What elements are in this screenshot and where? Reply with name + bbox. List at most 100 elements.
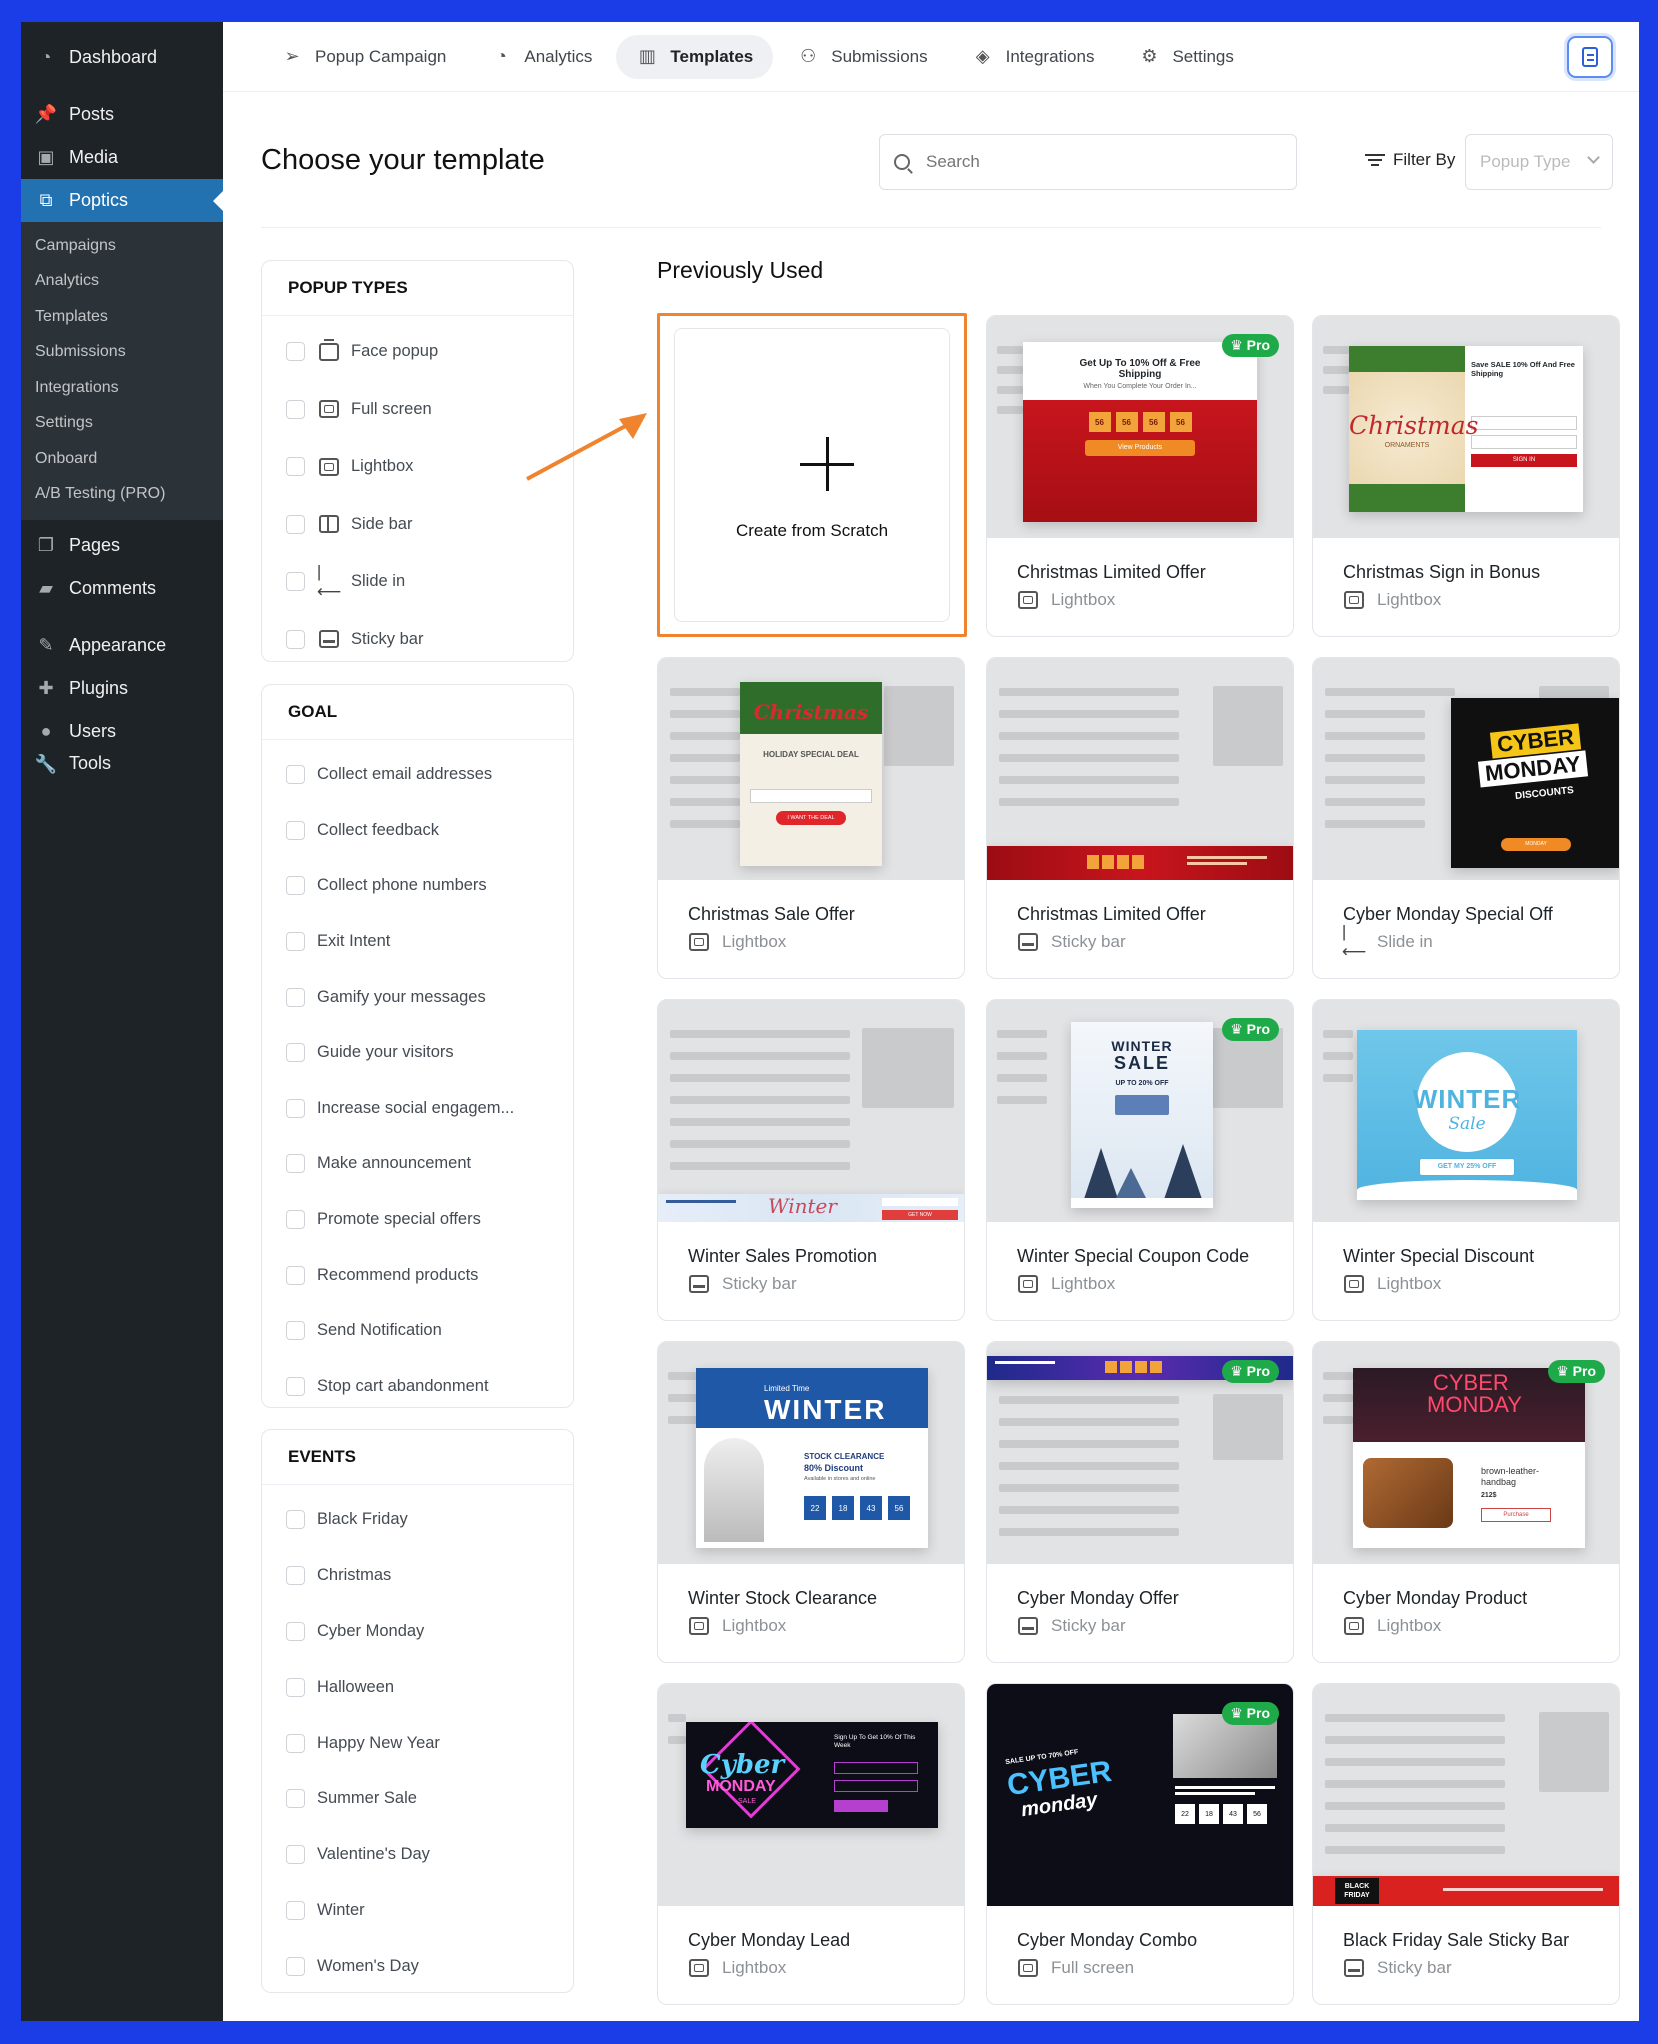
filter-option-goal[interactable]: Gamify your messages xyxy=(262,969,573,1025)
checkbox[interactable] xyxy=(286,765,305,785)
template-card[interactable]: WINTER Sale GET MY 25% OFF Winter Specia… xyxy=(1312,999,1620,1321)
template-card[interactable]: Christmas HOLIDAY SPECIAL DEAL I WANT TH… xyxy=(657,657,965,979)
checkbox[interactable] xyxy=(286,1098,305,1118)
template-card[interactable]: Winter GET NOW Winter Sales Promotion St… xyxy=(657,999,965,1321)
template-type-label: Full screen xyxy=(1051,1958,1135,1977)
filter-option-event[interactable]: Happy New Year xyxy=(262,1715,573,1771)
filter-option-event[interactable]: Valentine's Day xyxy=(262,1827,573,1883)
documentation-button[interactable] xyxy=(1567,36,1613,78)
checkbox[interactable] xyxy=(286,1956,305,1976)
template-card[interactable]: CYBER MONDAY brown-leather-handbag 212$ … xyxy=(1312,1341,1620,1663)
filter-option-goal[interactable]: Collect phone numbers xyxy=(262,858,573,914)
filter-option-event[interactable]: Women's Day xyxy=(262,1938,573,1994)
submenu-onboard[interactable]: Onboard xyxy=(21,441,223,477)
menu-plugins[interactable]: ✚ Plugins xyxy=(21,667,223,710)
menu-users[interactable]: ● Users xyxy=(21,710,223,753)
filter-option-event[interactable]: Halloween xyxy=(262,1659,573,1715)
checkbox[interactable] xyxy=(286,1321,305,1341)
checkbox[interactable] xyxy=(286,1376,305,1396)
checkbox[interactable] xyxy=(286,342,305,362)
filter-option-goal[interactable]: Stop cart abandonment xyxy=(262,1359,573,1415)
full-screen-icon xyxy=(1017,1958,1039,1978)
checkbox[interactable] xyxy=(286,987,305,1007)
checkbox[interactable] xyxy=(286,1154,305,1174)
menu-appearance[interactable]: ✎ Appearance xyxy=(21,624,223,667)
filter-option-goal[interactable]: Increase social engagem... xyxy=(262,1081,573,1137)
menu-poptics[interactable]: ⧉ Poptics xyxy=(21,179,223,222)
filter-option-event[interactable]: Black Friday xyxy=(262,1492,573,1548)
template-card[interactable]: WINTER SALE UP TO 20% OFF ♛ Pro Winter S… xyxy=(986,999,1294,1321)
submenu-ab-testing[interactable]: A/B Testing (PRO) xyxy=(21,477,223,513)
submenu-submissions[interactable]: Submissions xyxy=(21,335,223,371)
filter-option-goal[interactable]: Guide your visitors xyxy=(262,1025,573,1081)
submenu-campaigns[interactable]: Campaigns xyxy=(21,228,223,264)
filter-option-side-bar[interactable]: Side bar xyxy=(262,496,573,554)
checkbox[interactable] xyxy=(286,572,305,592)
menu-tools[interactable]: 🔧 Tools xyxy=(21,753,223,775)
template-card[interactable]: BLACK FRIDAY Black Friday Sale Sticky Ba… xyxy=(1312,1683,1620,2005)
submenu-settings[interactable]: Settings xyxy=(21,406,223,442)
search-input[interactable] xyxy=(926,152,1286,172)
filter-option-face-popup[interactable]: Face popup xyxy=(262,323,573,381)
menu-media[interactable]: ▣ Media xyxy=(21,136,223,179)
template-card[interactable]: SALE UP TO 70% OFF CYBER monday 22 18 43… xyxy=(986,1683,1294,2005)
filter-option-event[interactable]: Winter xyxy=(262,1883,573,1939)
filter-option-goal[interactable]: Promote special offers xyxy=(262,1192,573,1248)
filter-option-goal[interactable]: Send Notification xyxy=(262,1303,573,1359)
template-card[interactable]: Limited Time WINTER STOCK CLEARANCE 80% … xyxy=(657,1341,965,1663)
tab-integrations[interactable]: ◈ Integrations xyxy=(952,35,1115,79)
tab-analytics[interactable]: ◔ Analytics xyxy=(470,35,612,79)
menu-comments[interactable]: ▰ Comments xyxy=(21,567,223,610)
template-card[interactable]: CYBER MONDAY DISCOUNTS MONDAY Cyber Mond… xyxy=(1312,657,1620,979)
checkbox[interactable] xyxy=(286,1733,305,1753)
checkbox[interactable] xyxy=(286,1677,305,1697)
checkbox[interactable] xyxy=(286,1621,305,1641)
tab-settings[interactable]: ⚙ Settings xyxy=(1118,35,1253,79)
template-card[interactable]: Get Up To 10% Off & Free Shipping When Y… xyxy=(986,315,1294,637)
checkbox[interactable] xyxy=(286,876,305,896)
checkbox[interactable] xyxy=(286,629,305,649)
filter-option-goal[interactable]: Collect feedback xyxy=(262,803,573,859)
checkbox[interactable] xyxy=(286,1566,305,1586)
template-type: Sticky bar xyxy=(688,1274,797,1294)
create-from-scratch-card[interactable]: Create from Scratch xyxy=(657,313,967,637)
checkbox[interactable] xyxy=(286,820,305,840)
template-card[interactable]: Christmas Limited Offer Sticky bar xyxy=(986,657,1294,979)
checkbox[interactable] xyxy=(286,1900,305,1920)
preview-text: WINTER xyxy=(1111,1038,1173,1054)
checkbox[interactable] xyxy=(286,1510,305,1530)
menu-dashboard[interactable]: ◔ Dashboard xyxy=(21,36,223,79)
filter-option-goal[interactable]: Collect email addresses xyxy=(262,747,573,803)
popup-type-select[interactable]: Popup Type xyxy=(1465,134,1613,190)
filter-option-event[interactable]: Summer Sale xyxy=(262,1771,573,1827)
menu-posts[interactable]: 📌 Posts xyxy=(21,93,223,136)
filter-option-goal[interactable]: Make announcement xyxy=(262,1136,573,1192)
filter-option-goal[interactable]: Recommend products xyxy=(262,1247,573,1303)
filter-option-slide-in[interactable]: |⟵ Slide in xyxy=(262,553,573,611)
template-card[interactable]: ♛ Pro Cyber Monday Offer Sticky bar xyxy=(986,1341,1294,1663)
checkbox[interactable] xyxy=(286,1210,305,1230)
tab-templates[interactable]: ▥ Templates xyxy=(616,34,774,79)
goal-options: Collect email addresses Collect feedback… xyxy=(262,740,573,1414)
checkbox[interactable] xyxy=(286,457,305,477)
checkbox[interactable] xyxy=(286,1043,305,1063)
filter-option-sticky-bar[interactable]: Sticky bar xyxy=(262,611,573,669)
checkbox[interactable] xyxy=(286,399,305,419)
submenu-templates[interactable]: Templates xyxy=(21,299,223,335)
filter-option-event[interactable]: Cyber Monday xyxy=(262,1604,573,1660)
checkbox[interactable] xyxy=(286,932,305,952)
checkbox[interactable] xyxy=(286,1845,305,1865)
tab-popup-campaign[interactable]: ➢ Popup Campaign xyxy=(261,35,466,79)
submenu-analytics[interactable]: Analytics xyxy=(21,264,223,300)
template-card[interactable]: Christmas ORNAMENTS Save SALE 10% Off An… xyxy=(1312,315,1620,637)
template-card[interactable]: Cyber MONDAY SALE Sign Up To Get 10% Of … xyxy=(657,1683,965,2005)
tab-submissions[interactable]: ⚇ Submissions xyxy=(777,35,947,79)
filter-option-event[interactable]: Christmas xyxy=(262,1548,573,1604)
filter-option-goal[interactable]: Exit Intent xyxy=(262,914,573,970)
checkbox[interactable] xyxy=(286,1265,305,1285)
menu-pages[interactable]: ❐ Pages xyxy=(21,524,223,567)
checkbox[interactable] xyxy=(286,514,305,534)
submenu-integrations[interactable]: Integrations xyxy=(21,370,223,406)
checkbox[interactable] xyxy=(286,1789,305,1809)
option-label: Stop cart abandonment xyxy=(317,1376,489,1395)
